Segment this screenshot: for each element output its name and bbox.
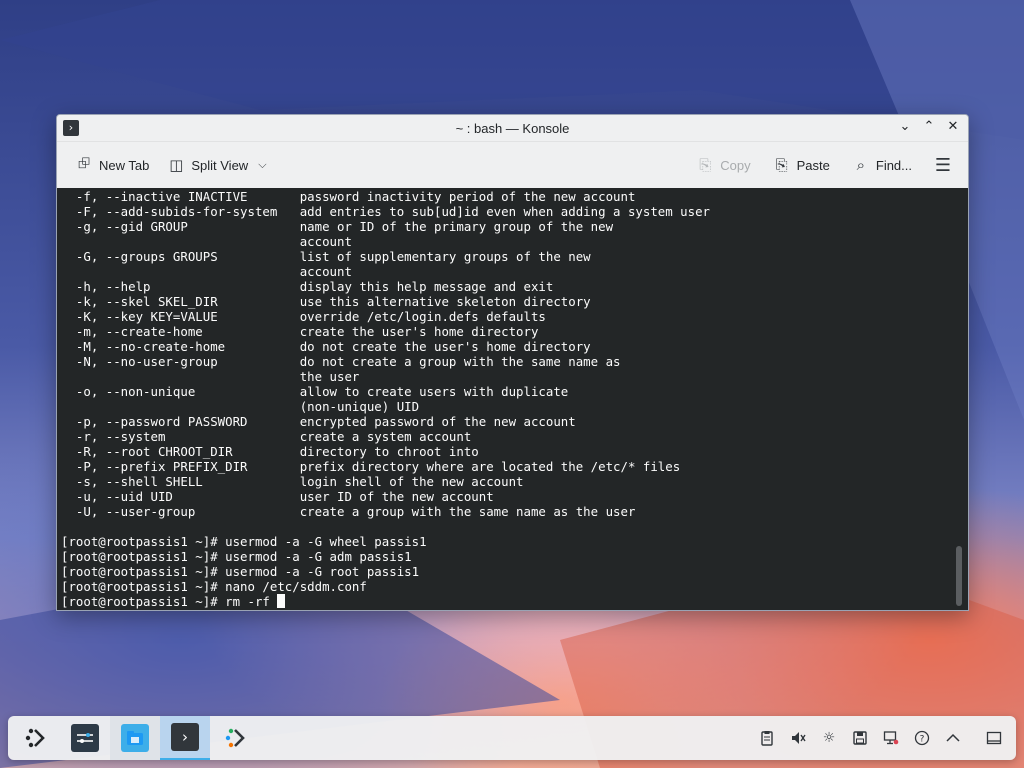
terminal-scrollbar[interactable] [956, 546, 962, 606]
hamburger-menu-button[interactable]: ☰ [928, 151, 958, 179]
terminal-line: account [61, 234, 352, 249]
toolbar: ⮺ New Tab ◫ Split View ⌵ ⎘ Copy ⎘ Paste … [57, 142, 968, 189]
kde-application-launcher-icon [25, 728, 45, 748]
paste-label: Paste [796, 157, 830, 173]
terminal-line: -F, --add-subids-for-system add entries … [61, 204, 711, 219]
paste-icon: ⎘ [775, 156, 788, 174]
new-tab-icon: ⮺ [77, 153, 91, 172]
terminal-cursor [277, 594, 286, 608]
network-icon[interactable] [881, 728, 901, 748]
konsole-window: › ~ : bash — Konsole ⌄ ⌃ ✕ ⮺ New Tab ◫ S… [56, 114, 969, 611]
search-icon: ⌕ [856, 156, 866, 174]
system-tray: ☼ ? [757, 716, 1004, 760]
show-desktop-icon[interactable] [984, 728, 1004, 748]
system-settings-icon [71, 724, 99, 752]
task-discover[interactable] [210, 716, 260, 760]
terminal-line: -f, --inactive INACTIVE password inactiv… [61, 189, 636, 204]
close-icon[interactable]: ✕ [944, 118, 962, 136]
paste-button[interactable]: ⎘ Paste [767, 151, 836, 179]
terminal-line: -K, --key KEY=VALUE override /etc/login.… [61, 309, 546, 324]
title-bar[interactable]: › ~ : bash — Konsole ⌄ ⌃ ✕ [57, 115, 968, 142]
konsole-icon: › [171, 723, 199, 751]
terminal-line: -G, --groups GROUPS list of supplementar… [61, 249, 591, 264]
terminal-line: -o, --non-unique allow to create users w… [61, 384, 569, 399]
maximize-icon[interactable]: ⌃ [920, 118, 938, 136]
terminal-line: -N, --no-user-group do not create a grou… [61, 354, 621, 369]
terminal-line: -u, --uid UID user ID of the new account [61, 489, 494, 504]
task-konsole[interactable]: › [160, 716, 210, 760]
clipboard-icon[interactable] [757, 728, 777, 748]
terminal-line: account [61, 264, 352, 279]
terminal-line: [root@rootpassis1 ~]# nano /etc/sddm.con… [61, 579, 367, 594]
hamburger-menu-icon: ☰ [934, 154, 952, 176]
new-tab-label: New Tab [99, 157, 150, 173]
discover-icon [225, 728, 245, 748]
copy-label: Copy [720, 157, 751, 173]
terminal-line: -m, --create-home create the user's home… [61, 324, 539, 339]
application-launcher-button[interactable] [10, 716, 60, 760]
terminal-line: -M, --no-create-home do not create the u… [61, 339, 591, 354]
terminal-line: the user [61, 369, 360, 384]
prompt-text: [root@rootpassis1 ~]# rm -rf [61, 594, 278, 609]
brightness-icon[interactable]: ☼ [819, 728, 839, 748]
find-button[interactable]: ⌕ Find... [846, 151, 918, 179]
copy-button[interactable]: ⎘ Copy [690, 151, 756, 179]
terminal-line: -h, --help display this help message and… [61, 279, 554, 294]
terminal-prompt-line: [root@rootpassis1 ~]# rm -rf [61, 594, 710, 609]
terminal-line: -s, --shell SHELL login shell of the new… [61, 474, 524, 489]
split-view-label: Split View [191, 157, 249, 173]
taskbar-panel: › ☼ ? [8, 716, 1016, 760]
terminal-line: [root@rootpassis1 ~]# usermod -a -G root… [61, 564, 420, 579]
terminal-line: [root@rootpassis1 ~]# usermod -a -G adm … [61, 549, 412, 564]
volume-muted-icon[interactable] [788, 728, 808, 748]
terminal-line: -R, --root CHROOT_DIR directory to chroo… [61, 444, 479, 459]
terminal-view[interactable]: -f, --inactive INACTIVE password inactiv… [57, 188, 968, 610]
expand-tray-icon[interactable] [943, 728, 963, 748]
terminal-line: -P, --prefix PREFIX_DIR prefix directory… [61, 459, 681, 474]
task-system-settings[interactable] [60, 716, 110, 760]
terminal-line: -p, --password PASSWORD encrypted passwo… [61, 414, 576, 429]
terminal-line: [root@rootpassis1 ~]# usermod -a -G whee… [61, 534, 427, 549]
terminal-line: -g, --gid GROUP name or ID of the primar… [61, 219, 614, 234]
split-view-icon: ◫ [169, 156, 184, 174]
file-manager-icon [121, 724, 149, 752]
terminal-line: (non-unique) UID [61, 399, 420, 414]
split-view-button[interactable]: ◫ Split View ⌵ [161, 151, 272, 179]
disk-icon[interactable] [850, 728, 870, 748]
find-label: Find... [875, 157, 912, 173]
minimize-icon[interactable]: ⌄ [896, 118, 914, 136]
terminal-line: -U, --user-group create a group with the… [61, 504, 636, 519]
terminal-line: -k, --skel SKEL_DIR use this alternative… [61, 294, 591, 309]
new-tab-button[interactable]: ⮺ New Tab [69, 151, 155, 179]
task-file-manager[interactable] [110, 716, 160, 760]
terminal-line: -r, --system create a system account [61, 429, 472, 444]
chevron-down-icon: ⌵ [258, 158, 267, 171]
terminal-output: -f, --inactive INACTIVE password inactiv… [61, 189, 710, 609]
copy-icon: ⎘ [699, 156, 712, 174]
window-title: ~ : bash — Konsole [455, 121, 570, 136]
help-icon[interactable]: ? [912, 728, 932, 748]
svg-text:?: ? [920, 735, 925, 745]
